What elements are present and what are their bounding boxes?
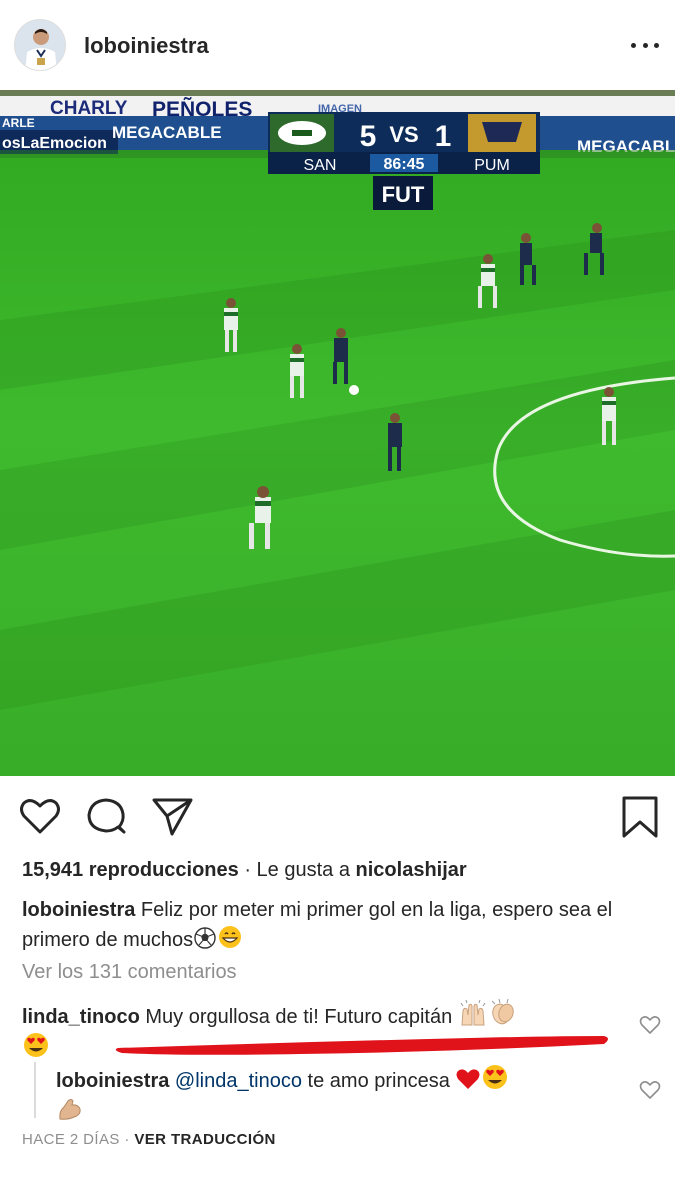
see-translation-link[interactable]: VER TRADUCCIÓN <box>134 1131 275 1148</box>
reply-1-like-icon[interactable] <box>639 1080 661 1100</box>
away-score: 1 <box>435 120 452 153</box>
reply-1-username[interactable]: loboiniestra <box>56 1070 169 1092</box>
scoreboard: 5 VS 1 SAN 86:45 PUM <box>268 112 540 174</box>
like-icon[interactable] <box>18 794 62 838</box>
grinning-face-icon <box>219 926 242 948</box>
view-all-comments-link[interactable]: Ver los 131 comentarios <box>22 958 662 986</box>
avatar-image <box>15 20 65 70</box>
post-footer: HACE 2 DÍAS · VER TRADUCCIÓN <box>22 1126 662 1154</box>
red-underline-annotation <box>115 1036 608 1055</box>
view-count[interactable]: 15,941 reproducciones <box>22 859 239 881</box>
post-username[interactable]: loboiniestra <box>84 33 209 59</box>
stats-line: 15,941 reproducciones · Le gusta a nicol… <box>22 856 662 884</box>
home-team-code: SAN <box>304 157 337 174</box>
channel-logo: FUT <box>373 176 433 210</box>
save-bookmark-icon[interactable] <box>618 794 662 838</box>
footer-dot: · <box>124 1131 130 1148</box>
raising-hands-icon <box>460 999 486 1026</box>
ad-board-left-top: ARLE <box>2 116 35 130</box>
ad-board-megacable-left: MEGACABLE <box>112 123 222 142</box>
more-options-icon[interactable] <box>631 36 659 54</box>
heart-eyes-icon-2 <box>483 1065 508 1089</box>
svg-text:FUT: FUT <box>382 182 425 207</box>
reply-1: loboiniestra @linda_tinoco te amo prince… <box>56 1063 616 1127</box>
caption: loboiniestra Feliz por meter mi primer g… <box>22 896 662 954</box>
flexed-biceps-icon <box>59 1099 81 1120</box>
reply-thread-line <box>34 1062 36 1118</box>
post-timestamp: HACE 2 DÍAS <box>22 1131 120 1148</box>
score-vs: VS <box>389 122 418 147</box>
ball <box>349 385 359 395</box>
avatar[interactable] <box>14 19 66 71</box>
reply-1-mention[interactable]: @linda_tinoco <box>175 1070 302 1092</box>
hashtag-board: osLaEmocion <box>2 135 107 152</box>
video-player[interactable]: CHARLY PEÑOLES IMAGEN ARLE osLaEmocion M… <box>0 90 675 776</box>
liked-by-label: · Le gusta a <box>238 859 356 881</box>
comment-icon[interactable] <box>84 794 128 838</box>
away-team-code: PUM <box>474 157 510 174</box>
post-header: loboiniestra <box>0 0 675 90</box>
ad-board-charly: CHARLY <box>50 98 128 119</box>
red-heart-icon <box>456 1069 480 1089</box>
match-clock: 86:45 <box>384 156 425 173</box>
reply-1-text: te amo princesa <box>307 1070 450 1092</box>
home-score: 5 <box>360 120 377 153</box>
share-icon[interactable] <box>150 794 194 838</box>
clapping-hands-icon <box>491 998 514 1025</box>
liked-by-user[interactable]: nicolashijar <box>356 859 467 881</box>
soccer-ball-icon <box>194 927 216 949</box>
action-bar <box>0 790 675 842</box>
caption-username[interactable]: loboiniestra <box>22 899 135 921</box>
match-frame: CHARLY PEÑOLES IMAGEN ARLE osLaEmocion M… <box>0 90 675 776</box>
